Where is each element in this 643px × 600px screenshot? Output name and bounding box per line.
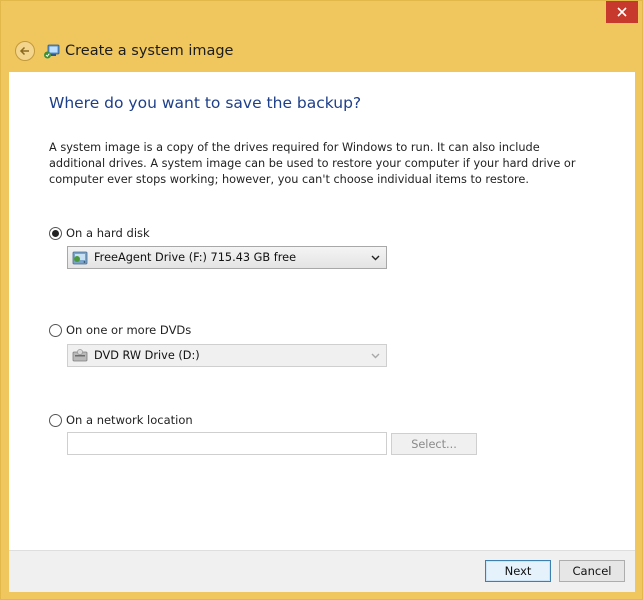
network-option[interactable]: On a network location — [49, 413, 193, 427]
dvd-drive-icon — [72, 348, 88, 361]
close-icon — [617, 7, 627, 17]
backup-app-icon — [44, 44, 60, 59]
chevron-down-icon — [371, 353, 380, 359]
dialog-footer: Next Cancel — [9, 550, 635, 592]
back-arrow-icon — [19, 46, 29, 56]
back-button[interactable] — [15, 41, 35, 61]
hard-disk-dropdown[interactable]: FreeAgent Drive (F:) 715.43 GB free — [67, 246, 387, 269]
hard-disk-selected: FreeAgent Drive (F:) 715.43 GB free — [94, 251, 297, 264]
external-drive-icon — [72, 251, 88, 264]
next-button[interactable]: Next — [485, 560, 551, 582]
title-bar: Create a system image — [9, 37, 233, 65]
window-title: Create a system image — [65, 43, 234, 59]
dvd-dropdown: DVD RW Drive (D:) — [67, 344, 387, 367]
page-description: A system image is a copy of the drives r… — [49, 141, 576, 186]
dvd-label: On one or more DVDs — [66, 323, 192, 337]
dvd-selected: DVD RW Drive (D:) — [94, 349, 200, 362]
dvd-radio[interactable] — [49, 323, 62, 337]
chevron-down-icon — [371, 255, 380, 261]
network-label: On a network location — [66, 413, 193, 427]
page-heading: Where do you want to save the backup? — [49, 94, 362, 112]
hard-disk-label: On a hard disk — [66, 226, 150, 240]
cancel-button[interactable]: Cancel — [559, 560, 625, 582]
hard-disk-radio[interactable] — [49, 226, 62, 240]
network-select-button[interactable]: Select... — [391, 433, 477, 455]
dvd-option[interactable]: On one or more DVDs — [49, 323, 191, 337]
hard-disk-option[interactable]: On a hard disk — [49, 226, 150, 240]
network-radio[interactable] — [49, 413, 62, 427]
network-path-input[interactable] — [67, 432, 387, 455]
content-panel: Where do you want to save the backup? A … — [9, 72, 635, 550]
system-image-window: Create a system image Where do you want … — [0, 0, 643, 600]
close-button[interactable] — [606, 1, 638, 23]
